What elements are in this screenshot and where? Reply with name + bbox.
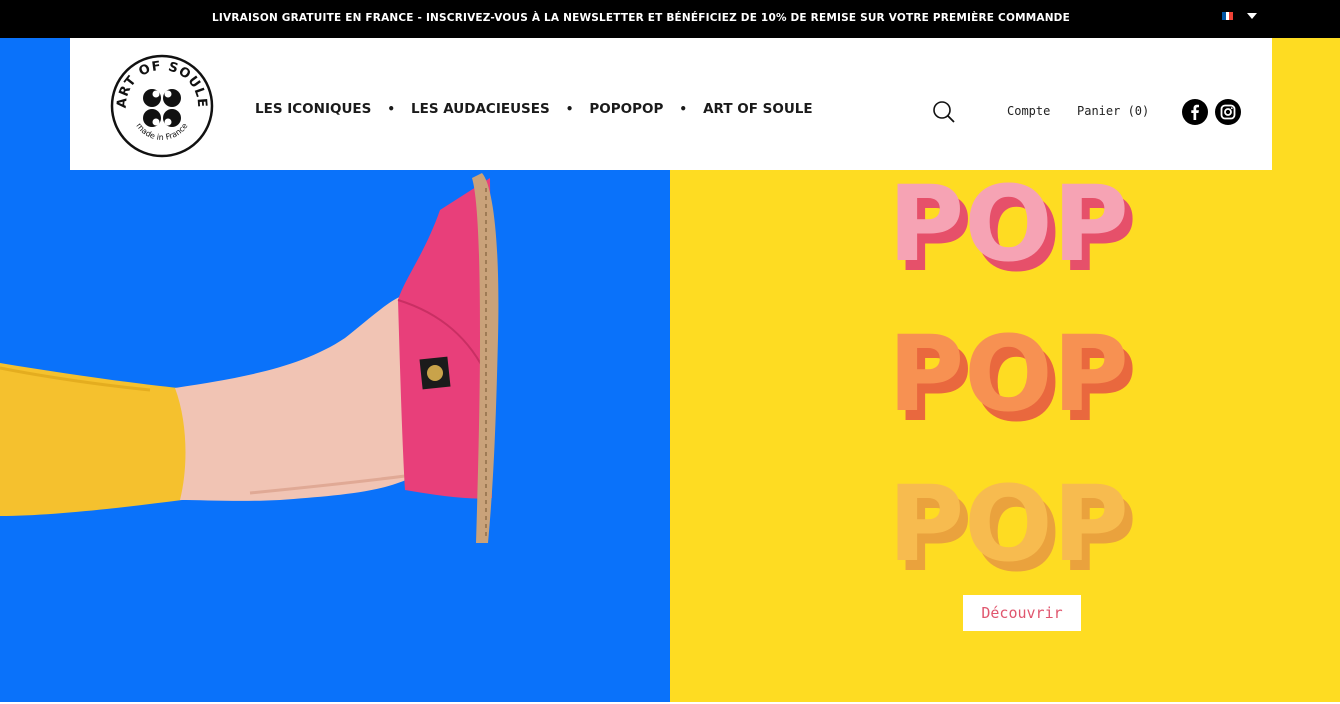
nav-separator: • [387, 102, 396, 116]
nav-separator: • [565, 102, 574, 116]
french-flag-icon [1222, 12, 1234, 20]
facebook-icon[interactable] [1182, 99, 1208, 125]
chevron-down-icon [1247, 13, 1257, 19]
art-of-soule-logo[interactable]: ART OF SOULE made in France [110, 54, 214, 158]
site-header: ART OF SOULE made in France LES ICONIQUE… [70, 38, 1272, 170]
main-nav: LES ICONIQUES • LES AUDACIEUSES • POPOPO… [255, 101, 813, 117]
nav-separator: • [679, 102, 688, 116]
svg-text:POP: POP [888, 163, 1129, 285]
svg-text:POP: POP [888, 313, 1129, 435]
language-selector[interactable] [1222, 12, 1257, 20]
nav-item-art-of-soule[interactable]: ART OF SOULE [703, 101, 813, 117]
nav-item-popopop[interactable]: POPOPOP [589, 101, 663, 117]
nav-item-les-audacieuses[interactable]: LES AUDACIEUSES [411, 101, 550, 117]
announcement-bar: LIVRAISON GRATUITE EN FRANCE - INSCRIVEZ… [0, 0, 1340, 38]
search-icon[interactable] [932, 100, 956, 124]
account-link[interactable]: Compte [1007, 104, 1050, 118]
announcement-text: LIVRAISON GRATUITE EN FRANCE - INSCRIVEZ… [212, 12, 1070, 24]
cart-link[interactable]: Panier (0) [1077, 104, 1149, 118]
instagram-icon[interactable] [1215, 99, 1241, 125]
logo-mark-icon: ART OF SOULE made in France [110, 54, 214, 158]
nav-item-les-iconiques[interactable]: LES ICONIQUES [255, 101, 371, 117]
svg-text:POP: POP [888, 463, 1129, 585]
discover-button[interactable]: Découvrir [963, 595, 1081, 631]
